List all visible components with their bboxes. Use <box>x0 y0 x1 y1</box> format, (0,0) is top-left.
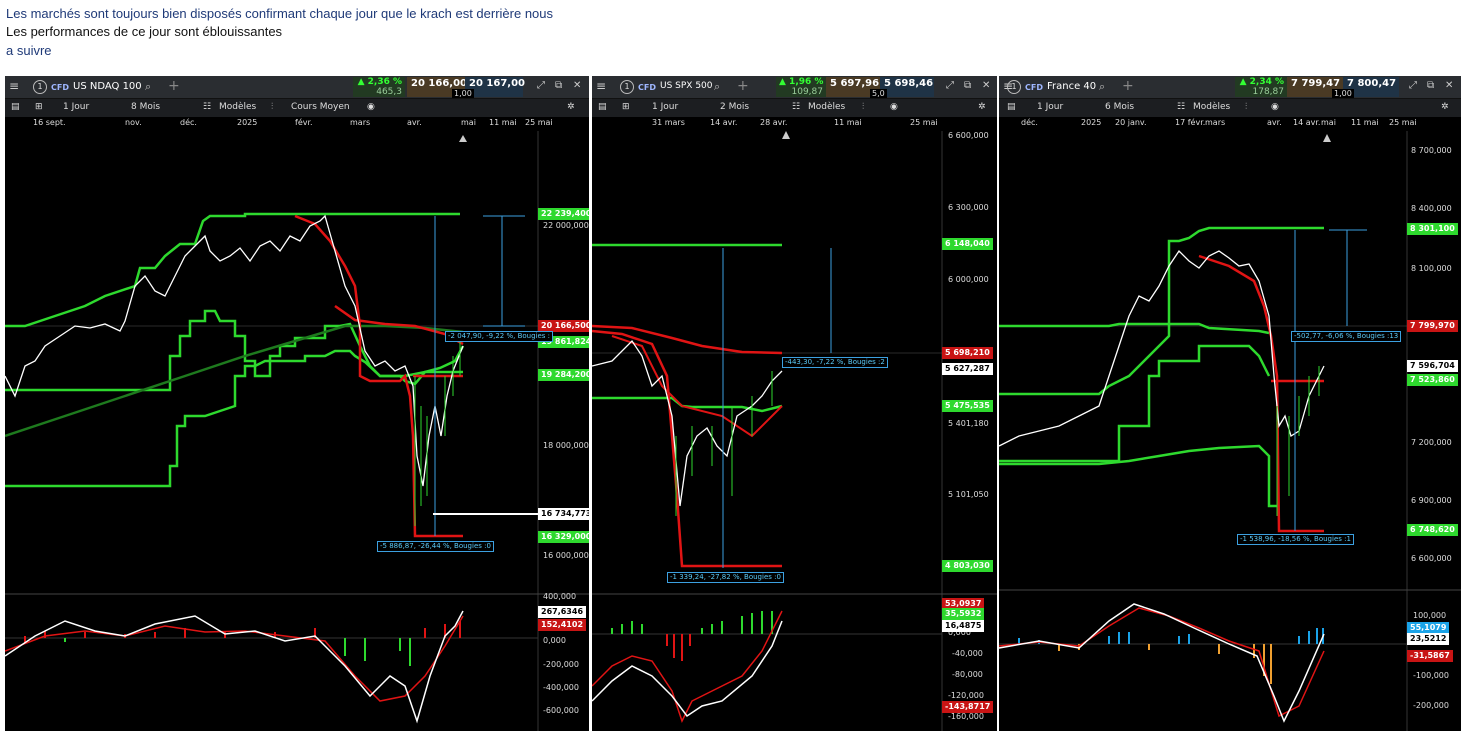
osc-y-tick: -80,000 <box>952 670 983 679</box>
measure-label[interactable]: -1 538,96, -18,56 %, Bougies :1 <box>1237 534 1354 545</box>
chart-panel-ndaq[interactable]: ≡ 1 CFD US NDAQ 100 ⌕ + ▲ 2,36 % 465,3 20… <box>5 76 589 731</box>
osc-y-tick: -200,000 <box>1413 701 1449 710</box>
price-tag-green: 6 148,040 <box>942 238 993 250</box>
osc-tag: 23,5212 <box>1407 633 1450 645</box>
y-tick: 6 000,000 <box>948 275 989 284</box>
y-tick: 8 100,000 <box>1411 264 1452 273</box>
osc-y-tick: -40,000 <box>952 649 983 658</box>
osc-y-tick: -120,000 <box>948 691 984 700</box>
y-tick: 8 700,000 <box>1411 146 1452 155</box>
price-tag-green: 16 329,000 <box>538 531 589 543</box>
intro-line-3: a suivre <box>6 43 52 58</box>
osc-tag: 152,4102 <box>538 619 587 631</box>
osc-y-tick: -200,000 <box>543 660 579 669</box>
chart-panel-france40[interactable]: ≡ 1 CFD France 40 ⌕ + ▲ 2,34 % 178,87 7 7… <box>999 76 1461 731</box>
measure-label[interactable]: -502,77, -6,06 %, Bougies :13 <box>1291 331 1402 342</box>
osc-tag: 35,5932 <box>942 608 985 620</box>
price-tag-green: 22 239,400 <box>538 208 589 220</box>
chart-panel-spx[interactable]: ≡ 1 CFD US SPX 500 ⌕ + ▲ 1,96 % 109,87 5 … <box>592 76 997 731</box>
osc-tag: -31,5867 <box>1407 650 1453 662</box>
y-tick: 22 000,000 <box>543 221 589 230</box>
osc-tag: -143,8717 <box>942 701 994 713</box>
y-tick: 5 401,180 <box>948 419 989 428</box>
y-tick: 5 101,050 <box>948 490 989 499</box>
price-tag-white: 7 596,704 <box>1407 360 1458 372</box>
price-tag-current: 5 698,210 <box>942 347 993 359</box>
price-chart[interactable] <box>999 76 1461 731</box>
osc-y-tick: -400,000 <box>543 683 579 692</box>
price-tag-green: 4 803,030 <box>942 560 993 572</box>
y-tick: 6 900,000 <box>1411 496 1452 505</box>
intro-line-2: Les performances de ce jour sont éblouis… <box>6 24 283 39</box>
osc-tag: 267,6346 <box>538 606 587 618</box>
measure-label[interactable]: -1 339,24, -27,82 %, Bougies :0 <box>667 572 784 583</box>
price-tag-green: 5 475,535 <box>942 400 993 412</box>
price-chart[interactable] <box>592 76 997 731</box>
osc-y-tick: -160,000 <box>948 712 984 721</box>
price-tag-green: 8 301,100 <box>1407 223 1458 235</box>
osc-y-tick: 0,000 <box>543 636 566 645</box>
osc-y-tick: 100,000 <box>1413 611 1447 620</box>
y-tick: 6 600,000 <box>1411 554 1452 563</box>
price-tag-green: 19 284,200 <box>538 369 589 381</box>
price-tag-white: 5 627,287 <box>942 363 993 375</box>
y-tick: 7 200,000 <box>1411 438 1452 447</box>
price-tag-green: 6 748,620 <box>1407 524 1458 536</box>
y-tick: 8 400,000 <box>1411 204 1452 213</box>
measure-label[interactable]: -443,30, -7,22 %, Bougies :2 <box>782 357 888 368</box>
osc-y-tick: -100,000 <box>1413 671 1449 680</box>
price-tag-current: 7 799,970 <box>1407 320 1458 332</box>
measure-label[interactable]: -5 886,87, -26,44 %, Bougies :0 <box>377 541 494 552</box>
y-tick: 6 600,000 <box>948 131 989 140</box>
y-tick: 18 000,000 <box>543 441 589 450</box>
price-chart[interactable] <box>5 76 589 731</box>
osc-y-tick: 400,000 <box>543 592 577 601</box>
osc-tag: 16,4875 <box>942 620 985 632</box>
intro-line-1: Les marchés sont toujours bien disposés … <box>6 6 554 21</box>
price-tag-green: 7 523,860 <box>1407 374 1458 386</box>
price-tag-white: 16 734,773 <box>538 508 589 520</box>
measure-label[interactable]: -2 047,90, -9,22 %, Bougies : <box>445 331 554 342</box>
y-tick: 6 300,000 <box>948 203 989 212</box>
y-tick: 16 000,000 <box>543 551 589 560</box>
osc-y-tick: -600,000 <box>543 706 579 715</box>
